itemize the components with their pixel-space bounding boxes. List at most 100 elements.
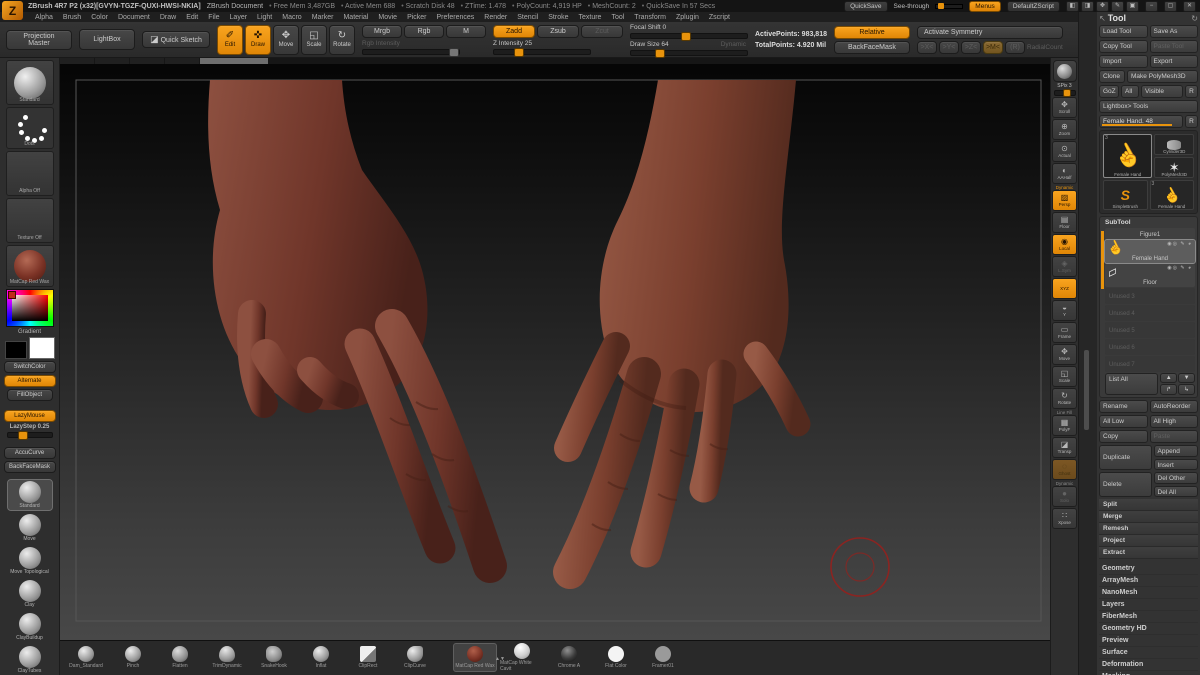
lightbox-button[interactable]: LightBox: [79, 29, 135, 50]
bottom-brush-item[interactable]: TrimDynamic: [205, 643, 249, 672]
append-button[interactable]: Append: [1154, 445, 1199, 457]
titlebar-icon[interactable]: ✎: [1111, 1, 1124, 12]
palette-section[interactable]: ArrayMesh: [1099, 575, 1198, 587]
mode-button[interactable]: ✜ Draw: [245, 25, 271, 55]
palette-refresh-icon[interactable]: ↻: [1191, 14, 1198, 23]
symmetry-axis-button[interactable]: (R): [1005, 41, 1025, 54]
bottom-material-item[interactable]: Chrome A: [547, 643, 591, 672]
goz-r-button[interactable]: R: [1185, 85, 1198, 98]
autoreorder-button[interactable]: AutoReorder: [1150, 400, 1199, 413]
brush-preset[interactable]: Move: [8, 513, 52, 543]
switchcolor-button[interactable]: SwitchColor: [4, 361, 56, 373]
palette-section[interactable]: FiberMesh: [1099, 611, 1198, 623]
subtool-visibility-icons[interactable]: ◉◎ ✎ ◕: [1167, 241, 1192, 247]
mode-button[interactable]: ✥ Move: [273, 25, 299, 55]
bottom-brush-item[interactable]: Flatten: [158, 643, 202, 672]
active-tool-r-button[interactable]: R: [1185, 115, 1198, 128]
menu-item[interactable]: Transform: [629, 14, 671, 21]
current-material-mini-thumb[interactable]: [1053, 60, 1077, 82]
mode-button[interactable]: ◱ Scale: [301, 25, 327, 55]
menu-item[interactable]: Light: [252, 14, 277, 21]
quicksave-button[interactable]: QuickSave: [844, 1, 887, 12]
current-alpha-thumb[interactable]: Alpha Off: [6, 151, 54, 196]
bottom-brush-item[interactable]: Pinch: [111, 643, 155, 672]
subtool-row[interactable]: Unused 3: [1105, 288, 1195, 304]
subtool-row[interactable]: Unused 4: [1105, 305, 1195, 321]
polymesh3d-thumb[interactable]: ✶ PolyMesh3D: [1154, 157, 1194, 178]
rgb-intensity-slider[interactable]: [362, 49, 460, 55]
right-strip-button[interactable]: ▭ Frame: [1052, 322, 1077, 343]
bottom-brush-item[interactable]: ClipRect: [346, 643, 390, 672]
dynamic-label[interactable]: Dynamic: [721, 41, 746, 48]
cylinder3d-thumb[interactable]: Cylinder3D: [1154, 134, 1194, 155]
current-brush-thumb[interactable]: Standard: [6, 60, 54, 105]
clone-button[interactable]: Clone: [1099, 70, 1125, 83]
copy-tool-button[interactable]: Copy Tool: [1099, 40, 1148, 53]
bottom-brush-item[interactable]: Inflat: [299, 643, 343, 672]
menu-item[interactable]: Stroke: [543, 14, 573, 21]
backfacemask-side-button[interactable]: BackFaceMask: [4, 461, 56, 473]
right-strip-button[interactable]: ◐ AAHalf: [1052, 163, 1077, 184]
menus-toggle[interactable]: Menus: [969, 1, 1001, 12]
menu-item[interactable]: File: [203, 14, 224, 21]
menu-item[interactable]: Texture: [573, 14, 606, 21]
subtool-section-bar[interactable]: Extract: [1099, 547, 1198, 559]
goz-visible-button[interactable]: Visible: [1141, 85, 1183, 98]
goz-button[interactable]: GoZ: [1099, 85, 1119, 98]
palette-section[interactable]: Surface: [1099, 647, 1198, 659]
relative-button[interactable]: Relative: [834, 26, 910, 39]
activate-symmetry-button[interactable]: Activate Symmetry: [917, 26, 1063, 39]
palette-section[interactable]: NanoMesh: [1099, 587, 1198, 599]
menu-item[interactable]: Macro: [277, 14, 306, 21]
brush-preset[interactable]: ClayTubes: [8, 645, 52, 675]
color-picker[interactable]: [6, 289, 54, 327]
right-strip-button[interactable]: ◉ Local: [1052, 234, 1077, 255]
rename-button[interactable]: Rename: [1099, 400, 1148, 413]
bottom-material-item[interactable]: Flat Color: [594, 643, 638, 672]
right-strip-button[interactable]: ∷ Xpose: [1052, 508, 1077, 529]
palette-section[interactable]: Deformation: [1099, 659, 1198, 671]
palette-section[interactable]: Preview: [1099, 635, 1198, 647]
subtool-header[interactable]: SubTool: [1105, 219, 1195, 227]
bottom-material-item[interactable]: Framer01: [641, 643, 685, 672]
titlebar-icon[interactable]: ◧: [1066, 1, 1079, 12]
brush-preset[interactable]: Move Topological: [8, 546, 52, 576]
z-intensity-slider[interactable]: [493, 49, 591, 55]
menu-item[interactable]: Document: [113, 14, 155, 21]
tray-scrollbar[interactable]: [1084, 350, 1089, 430]
subtool-section-bar[interactable]: Merge: [1099, 511, 1198, 523]
del-all-button[interactable]: Del All: [1154, 486, 1199, 498]
main-color-swatch[interactable]: [29, 337, 55, 359]
minimize-icon[interactable]: −: [1145, 1, 1158, 12]
active-tool-slider[interactable]: Female Hand. 48: [1099, 115, 1183, 128]
menu-item[interactable]: Color: [86, 14, 113, 21]
export-button[interactable]: Export: [1150, 55, 1199, 68]
right-strip-button[interactable]: ◈ L.Sym: [1052, 256, 1077, 277]
titlebar-icon[interactable]: ✥: [1096, 1, 1109, 12]
palette-section[interactable]: Geometry HD: [1099, 623, 1198, 635]
menu-item[interactable]: Render: [479, 14, 512, 21]
alternate-button[interactable]: Alternate: [4, 375, 56, 387]
all-low-button[interactable]: All Low: [1099, 415, 1148, 428]
saturation-value-square[interactable]: [12, 295, 48, 321]
right-strip-button[interactable]: ◱ Scale: [1052, 366, 1077, 387]
female-hand-thumb[interactable]: 3 ☝ Female Hand: [1150, 180, 1195, 210]
right-strip-button[interactable]: ⊙ Actual: [1052, 141, 1077, 162]
projection-master-button[interactable]: Projection Master: [6, 30, 72, 50]
menu-item[interactable]: Movie: [373, 14, 402, 21]
current-tool-thumb[interactable]: 3 ☝ Female Hand: [1103, 134, 1152, 178]
bottom-brush-item[interactable]: Dam_Standard: [64, 643, 108, 672]
make-polymesh3d-button[interactable]: Make PolyMesh3D: [1127, 70, 1198, 83]
import-button[interactable]: Import: [1099, 55, 1148, 68]
brush-preset[interactable]: Standard: [8, 480, 52, 510]
document-scroll-arrows[interactable]: ▲▼: [495, 656, 505, 662]
mode-button[interactable]: ↻ Rotate: [329, 25, 355, 55]
menu-item[interactable]: Brush: [58, 14, 86, 21]
lightbox-tools-button[interactable]: Lightbox> Tools: [1099, 100, 1198, 113]
sculpt-viewport[interactable]: [60, 58, 1050, 640]
subtool-row[interactable]: ▱ ◉◎ ✎ ◕ Floor: [1105, 264, 1195, 287]
titlebar-icon[interactable]: ◨: [1081, 1, 1094, 12]
copy-subtool-button[interactable]: Copy: [1099, 430, 1148, 443]
duplicate-button[interactable]: Duplicate: [1099, 445, 1152, 470]
lazymouse-button[interactable]: LazyMouse: [4, 410, 56, 422]
